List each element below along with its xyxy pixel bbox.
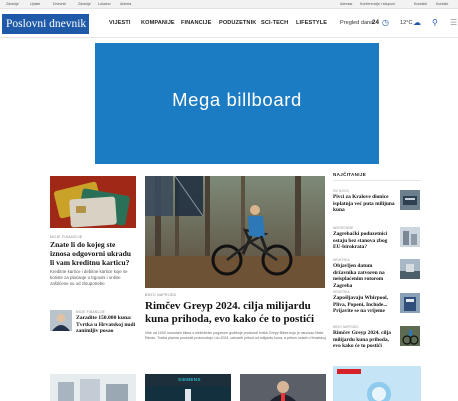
site-header: Poslovni dnevnik VIJESTI KOMPANIJE FINAN… [0, 9, 458, 38]
main-story-teaser: Više od 1000 mountain bikea s električni… [145, 331, 327, 341]
utility-link[interactable]: Anketa [120, 2, 131, 6]
story-kicker: MOJE FINANCIJE [76, 310, 106, 314]
story-kicker: MOJE FINANCIJE [50, 235, 83, 239]
main-story-kicker: BRZO NAPRIJED [145, 293, 177, 297]
clock-icon[interactable]: ◷ [382, 18, 389, 28]
credit-card-image[interactable] [50, 176, 136, 228]
utility-link[interactable]: Kontakt [436, 2, 448, 6]
utility-link[interactable]: Kontakti [414, 2, 427, 6]
list-item-title[interactable]: Zapošljavaju Whirpool, Pliva, Popeni, In… [333, 295, 395, 315]
utility-link[interactable]: Zdravlje [6, 2, 19, 6]
menu-icon[interactable]: ☰ [450, 18, 457, 28]
list-item-thumbnail[interactable] [400, 227, 420, 247]
list-item-thumbnail[interactable] [400, 293, 420, 313]
overview-day[interactable]: 24 [372, 19, 379, 26]
story-title[interactable]: Zaradite 150.000 kuna: Tvrtka u Hrvatsko… [76, 315, 136, 335]
portrait-image[interactable] [50, 310, 72, 331]
utility-link[interactable]: Adresar [340, 2, 353, 6]
divider [333, 180, 421, 181]
utility-link[interactable]: Lokalno [98, 2, 111, 6]
brand-label: SIEMENS [178, 377, 201, 382]
mountain-bike-image[interactable] [145, 176, 325, 288]
nav-item-poduzetnik[interactable]: PODUZETNIK [219, 20, 256, 26]
utility-link[interactable]: Zdravlje [78, 2, 91, 6]
temperature: 12°C [400, 20, 413, 26]
list-item-thumbnail[interactable] [400, 326, 420, 346]
list-item-kicker: HRVATSKA [333, 290, 350, 294]
story-teaser: Kreditne kartice i debitne kartice koje … [50, 269, 128, 286]
list-item-kicker: BRZO NAPRIJED [333, 325, 359, 329]
list-item-kicker: SVI NOVCI [333, 189, 350, 193]
utility-bar: Zdravlje Uplate Dnevnik Zdravlje Lokalno… [0, 0, 458, 9]
overview-label[interactable]: Pregled dana [340, 20, 373, 26]
list-item-title[interactable]: Objavljen datum državnika zatvoren na ne… [333, 263, 395, 289]
list-item-kicker: NEKRETNINE [333, 226, 354, 230]
billboard-ad[interactable]: Mega billboard [95, 43, 379, 164]
utility-link[interactable]: Konferencije i skupovi [360, 2, 395, 6]
most-read-heading: NAJČITANIJE [333, 172, 367, 177]
nav-item-financije[interactable]: FINANCIJE [181, 20, 211, 26]
search-icon[interactable]: ⚲ [432, 18, 438, 28]
nav-item-kompanije[interactable]: KOMPANIJE [141, 20, 175, 26]
main-story-title[interactable]: Rimčev Greyp 2024. cilja milijardu kuna … [145, 300, 335, 326]
list-item-thumbnail[interactable] [400, 190, 420, 210]
billboard-text: Mega billboard [172, 89, 302, 110]
utility-link[interactable]: Uplate [30, 2, 40, 6]
nav-item-lifestyle[interactable]: LIFESTYLE [296, 20, 327, 26]
bottom-story-image[interactable] [240, 374, 326, 401]
list-item-thumbnail[interactable] [400, 259, 420, 279]
list-item-kicker: HRVATSKA [333, 258, 350, 262]
bottom-ad-image[interactable] [333, 366, 421, 401]
bottom-story-image[interactable] [50, 374, 136, 401]
utility-link[interactable]: Dnevnik [53, 2, 66, 6]
story-title[interactable]: Znate li do kojeg ste iznosa odgovorni u… [50, 240, 136, 267]
weather-icon: ☁ [413, 18, 421, 27]
nav-item-sci-tech[interactable]: SCI-TECH [261, 20, 288, 26]
bottom-story-image[interactable]: SIEMENS [145, 374, 231, 401]
nav-item-vijesti[interactable]: VIJESTI [109, 20, 131, 26]
list-item-title[interactable]: Zagrebački poduzetnici ostaju bez stanov… [333, 231, 395, 251]
list-item-title[interactable]: Rimčev Greyp 2024. cilja milijardu kuna … [333, 330, 395, 350]
list-item-title[interactable]: Pivci za Kralove dionice isplatnja već p… [333, 194, 395, 214]
site-logo[interactable]: Poslovni dnevnik [2, 14, 89, 34]
